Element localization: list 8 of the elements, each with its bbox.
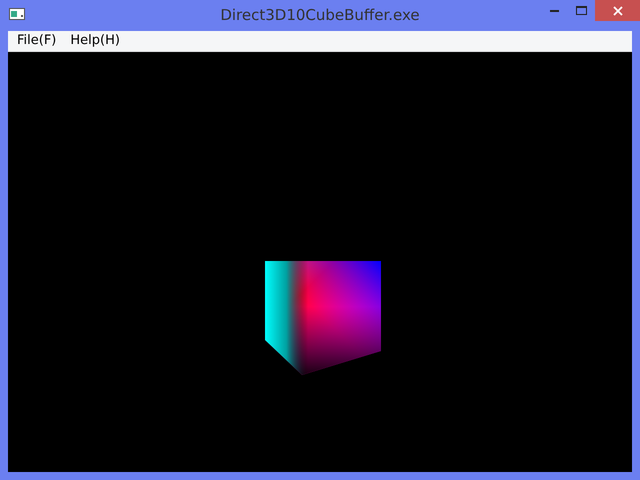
maximize-icon <box>576 6 587 15</box>
close-icon <box>612 6 622 16</box>
close-button[interactable] <box>595 0 640 21</box>
window-title: Direct3D10CubeBuffer.exe <box>220 6 420 24</box>
minimize-icon <box>550 9 559 12</box>
menu-item[interactable]: File(F) <box>10 32 64 50</box>
app-icon <box>9 8 25 20</box>
menu-item[interactable]: Help(H) <box>63 32 127 50</box>
